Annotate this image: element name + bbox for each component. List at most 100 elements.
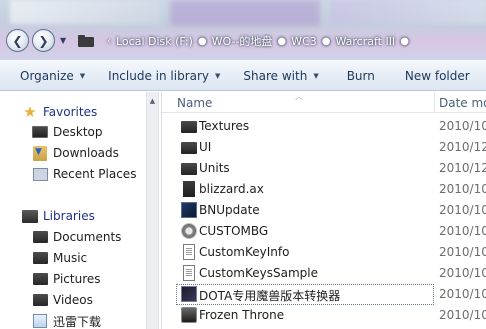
nav-item-recent-places[interactable]: Recent Places xyxy=(32,164,136,184)
address-bar-region: ❮ ❯ ▼ ‹ Local Disk (F:) ● WO--的地盘 ● WC3 … xyxy=(0,0,486,60)
nav-favorites-label: Favorites xyxy=(43,105,98,119)
background-blur xyxy=(10,0,160,24)
file-date: 2010/10/ xyxy=(439,287,486,301)
file-row[interactable]: Frozen Throne 2010/10/ xyxy=(162,305,486,326)
nav-item-downloads[interactable]: Downloads xyxy=(32,143,119,163)
chevron-icon[interactable]: ● xyxy=(322,36,331,47)
nav-item-label: Music xyxy=(53,251,88,265)
file-name: CustomKeysSample xyxy=(199,266,318,280)
nav-item-label: Desktop xyxy=(53,125,103,139)
include-in-library-label: Include in library xyxy=(108,68,210,83)
file-date: 2010/10/ xyxy=(439,203,486,217)
organize-label: Organize xyxy=(20,68,74,83)
back-arrow-icon: ❮ xyxy=(12,33,23,48)
nav-item-label: Documents xyxy=(53,230,122,244)
file-name: CustomKeyInfo xyxy=(199,245,290,259)
folder-icon xyxy=(181,142,197,154)
nav-favorites[interactable]: ★ Favorites xyxy=(22,102,97,122)
nav-item-videos[interactable]: Videos xyxy=(32,290,93,310)
dota-app-icon xyxy=(181,286,197,302)
organize-button[interactable]: Organize ▼ xyxy=(20,60,85,91)
file-icon xyxy=(183,181,195,197)
chevron-icon[interactable]: ‹ xyxy=(107,36,111,47)
nav-item-music[interactable]: Music xyxy=(32,248,87,268)
file-row[interactable]: CustomKeysSample 2010/10/ xyxy=(162,263,486,284)
burn-button[interactable]: Burn xyxy=(347,60,375,91)
file-row-selected[interactable]: DOTA专用魔兽版本转换器 2010/10/ xyxy=(162,284,486,305)
file-row[interactable]: blizzard.ax 2010/10/ xyxy=(162,179,486,200)
breadcrumb-item[interactable]: Local Disk (F:) xyxy=(116,35,193,48)
file-row[interactable]: UI 2010/12/ xyxy=(162,137,486,158)
document-icon xyxy=(183,244,195,260)
file-name: Textures xyxy=(199,119,250,133)
column-divider[interactable] xyxy=(434,92,435,113)
column-header-date-modified[interactable]: Date mo xyxy=(439,96,486,110)
folder-icon xyxy=(181,121,197,133)
include-in-library-button[interactable]: Include in library ▼ xyxy=(108,60,220,91)
nav-item-documents[interactable]: Documents xyxy=(32,227,121,247)
file-name: BNUpdate xyxy=(199,203,260,217)
background-blur xyxy=(170,0,320,26)
nav-item-label: Downloads xyxy=(53,146,119,160)
file-name: blizzard.ax xyxy=(199,182,264,196)
file-row[interactable]: CustomKeyInfo 2010/10/ xyxy=(162,242,486,263)
column-header-name[interactable]: Name xyxy=(177,96,212,110)
new-folder-button[interactable]: New folder xyxy=(405,60,470,91)
share-with-label: Share with xyxy=(243,68,308,83)
nav-item-pictures[interactable]: Pictures xyxy=(32,269,101,289)
back-button[interactable]: ❮ xyxy=(6,29,29,52)
scroll-up-arrow-icon[interactable]: ▲ xyxy=(146,94,159,108)
file-date: 2010/10/ xyxy=(439,224,486,238)
file-name: Frozen Throne xyxy=(199,308,285,322)
nav-item-desktop[interactable]: Desktop xyxy=(32,122,103,142)
breadcrumb-item[interactable]: WC3 xyxy=(291,35,317,48)
nav-pane-scrollbar[interactable] xyxy=(146,92,159,329)
document-icon xyxy=(183,265,195,281)
chevron-icon[interactable]: ● xyxy=(198,36,207,47)
file-date: 2010/12/ xyxy=(439,140,486,154)
chevron-icon[interactable]: ● xyxy=(277,36,286,47)
nav-item-label: Videos xyxy=(53,293,93,307)
folder-icon xyxy=(32,292,48,308)
file-name: CUSTOMBG xyxy=(199,224,269,238)
star-icon: ★ xyxy=(23,103,37,121)
file-row[interactable]: Units 2010/12/ xyxy=(162,158,486,179)
background-blur xyxy=(330,0,486,24)
dropdown-caret-icon: ▼ xyxy=(79,71,86,80)
dropdown-caret-icon: ▼ xyxy=(215,71,221,80)
folder-icon xyxy=(32,271,48,287)
nav-item-label: 迅雷下载 xyxy=(53,314,102,329)
breadcrumb-item[interactable]: WO--的地盘 xyxy=(212,33,273,49)
forward-button[interactable]: ❯ xyxy=(32,29,55,52)
nav-item-thunder-download[interactable]: 迅雷下载 xyxy=(32,311,101,329)
folder-icon xyxy=(78,35,94,47)
file-date: 2010/10/ xyxy=(439,119,486,133)
folder-icon xyxy=(32,250,48,266)
nav-item-label: Pictures xyxy=(53,272,101,286)
thunder-download-icon xyxy=(32,313,48,329)
forward-arrow-icon: ❯ xyxy=(38,33,49,48)
file-name: UI xyxy=(199,140,212,154)
folder-icon xyxy=(32,229,48,245)
file-name: DOTA专用魔兽版本转换器 xyxy=(199,289,341,303)
dropdown-caret-icon: ▼ xyxy=(313,71,319,80)
file-row[interactable]: BNUpdate 2010/10/ xyxy=(162,200,486,221)
file-date: 2010/10/ xyxy=(439,182,486,196)
share-with-button[interactable]: Share with ▼ xyxy=(243,60,318,91)
recent-pages-dropdown-icon[interactable]: ▼ xyxy=(60,36,66,45)
file-list-header: Name ︿ Date mo xyxy=(162,92,486,113)
nav-libraries-label: Libraries xyxy=(43,209,95,223)
recent-places-icon xyxy=(32,166,48,182)
nav-libraries[interactable]: Libraries xyxy=(22,206,95,226)
breadcrumb-item[interactable]: Warcraft III xyxy=(335,35,395,48)
breadcrumb[interactable]: ‹ Local Disk (F:) ● WO--的地盘 ● WC3 ● Warc… xyxy=(78,30,486,52)
sort-ascending-icon: ︿ xyxy=(295,92,303,101)
nav-item-label: Recent Places xyxy=(53,167,137,181)
command-toolbar: Organize ▼ Include in library ▼ Share with… xyxy=(0,60,486,91)
chevron-icon[interactable]: ● xyxy=(400,36,409,47)
file-date: 2010/10/ xyxy=(439,266,486,280)
file-name: Units xyxy=(199,161,230,175)
frozen-throne-icon xyxy=(181,307,197,323)
file-row[interactable]: CUSTOMBG 2010/10/ xyxy=(162,221,486,242)
file-row[interactable]: Textures 2010/10/ xyxy=(162,116,486,137)
